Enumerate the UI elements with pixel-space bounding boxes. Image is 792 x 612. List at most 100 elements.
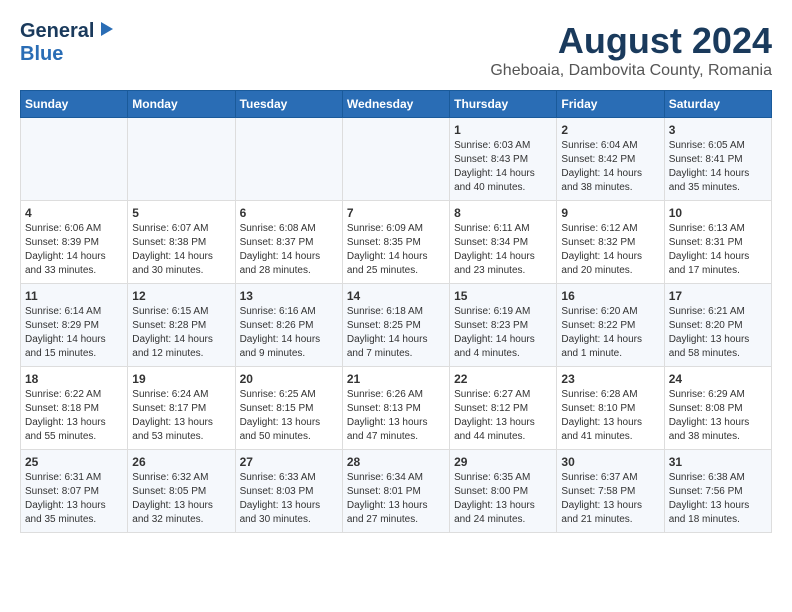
calendar-cell: 8 Sunrise: 6:11 AM Sunset: 8:34 PM Daylig…	[450, 201, 557, 284]
day-info: Sunrise: 6:31 AM Sunset: 8:07 PM Dayligh…	[25, 471, 123, 527]
day-number: 26	[132, 455, 230, 469]
day-number: 20	[240, 372, 338, 386]
day-info: Sunrise: 6:37 AM Sunset: 7:58 PM Dayligh…	[561, 471, 659, 527]
calendar-cell: 25 Sunrise: 6:31 AM Sunset: 8:07 PM Dayli…	[21, 450, 128, 533]
day-info: Sunrise: 6:03 AM Sunset: 8:43 PM Dayligh…	[454, 139, 552, 195]
calendar-cell: 22Sunrise: 6:27 AM Sunset: 8:12 PM Dayli…	[450, 367, 557, 450]
day-info: Sunrise: 6:07 AM Sunset: 8:38 PM Dayligh…	[132, 222, 230, 278]
day-number: 12	[132, 289, 230, 303]
day-info: Sunrise: 6:08 AM Sunset: 8:37 PM Dayligh…	[240, 222, 338, 278]
day-number: 2	[561, 123, 659, 137]
day-info: Sunrise: 6:33 AM Sunset: 8:03 PM Dayligh…	[240, 471, 338, 527]
week-row-3: 11Sunrise: 6:14 AM Sunset: 8:29 PM Dayli…	[21, 284, 772, 367]
logo-general-text: General	[20, 20, 94, 43]
calendar-cell: 19 Sunrise: 6:24 AM Sunset: 8:17 PM Dayli…	[128, 367, 235, 450]
calendar-cell: 9 Sunrise: 6:12 AM Sunset: 8:32 PM Daylig…	[557, 201, 664, 284]
calendar-cell: 27Sunrise: 6:33 AM Sunset: 8:03 PM Dayli…	[235, 450, 342, 533]
day-header-sunday: Sunday	[21, 91, 128, 118]
calendar-cell: 2 Sunrise: 6:04 AM Sunset: 8:42 PM Daylig…	[557, 118, 664, 201]
day-header-tuesday: Tuesday	[235, 91, 342, 118]
day-number: 17	[669, 289, 767, 303]
day-info: Sunrise: 6:20 AM Sunset: 8:22 PM Dayligh…	[561, 305, 659, 361]
calendar-cell: 14 Sunrise: 6:18 AM Sunset: 8:25 PM Dayli…	[342, 284, 449, 367]
day-info: Sunrise: 6:11 AM Sunset: 8:34 PM Dayligh…	[454, 222, 552, 278]
title-area: August 2024 Gheboaia, Dambovita County, …	[490, 20, 772, 80]
calendar-cell: 29 Sunrise: 6:35 AM Sunset: 8:00 PM Dayli…	[450, 450, 557, 533]
day-info: Sunrise: 6:28 AM Sunset: 8:10 PM Dayligh…	[561, 388, 659, 444]
day-info: Sunrise: 6:29 AM Sunset: 8:08 PM Dayligh…	[669, 388, 767, 444]
day-number: 13	[240, 289, 338, 303]
day-info: Sunrise: 6:21 AM Sunset: 8:20 PM Dayligh…	[669, 305, 767, 361]
day-number: 10	[669, 206, 767, 220]
day-info: Sunrise: 6:27 AM Sunset: 8:12 PM Dayligh…	[454, 388, 552, 444]
day-number: 24	[669, 372, 767, 386]
day-info: Sunrise: 6:15 AM Sunset: 8:28 PM Dayligh…	[132, 305, 230, 361]
day-header-monday: Monday	[128, 91, 235, 118]
logo-arrow-icon	[97, 20, 115, 43]
day-number: 6	[240, 206, 338, 220]
day-info: Sunrise: 6:25 AM Sunset: 8:15 PM Dayligh…	[240, 388, 338, 444]
calendar-cell: 23Sunrise: 6:28 AM Sunset: 8:10 PM Dayli…	[557, 367, 664, 450]
logo-blue-text: Blue	[20, 43, 63, 66]
day-number: 28	[347, 455, 445, 469]
calendar-cell: 4 Sunrise: 6:06 AM Sunset: 8:39 PM Daylig…	[21, 201, 128, 284]
day-info: Sunrise: 6:24 AM Sunset: 8:17 PM Dayligh…	[132, 388, 230, 444]
day-number: 11	[25, 289, 123, 303]
day-number: 8	[454, 206, 552, 220]
day-header-friday: Friday	[557, 91, 664, 118]
day-info: Sunrise: 6:38 AM Sunset: 7:56 PM Dayligh…	[669, 471, 767, 527]
day-info: Sunrise: 6:26 AM Sunset: 8:13 PM Dayligh…	[347, 388, 445, 444]
calendar-cell: 11Sunrise: 6:14 AM Sunset: 8:29 PM Dayli…	[21, 284, 128, 367]
calendar-cell: 26 Sunrise: 6:32 AM Sunset: 8:05 PM Dayli…	[128, 450, 235, 533]
day-info: Sunrise: 6:32 AM Sunset: 8:05 PM Dayligh…	[132, 471, 230, 527]
calendar-cell: 3 Sunrise: 6:05 AM Sunset: 8:41 PM Daylig…	[664, 118, 771, 201]
page-title: August 2024	[490, 20, 772, 62]
day-number: 16	[561, 289, 659, 303]
calendar-cell: 10 Sunrise: 6:13 AM Sunset: 8:31 PM Dayli…	[664, 201, 771, 284]
day-number: 21	[347, 372, 445, 386]
calendar-cell	[21, 118, 128, 201]
day-number: 31	[669, 455, 767, 469]
day-info: Sunrise: 6:06 AM Sunset: 8:39 PM Dayligh…	[25, 222, 123, 278]
day-info: Sunrise: 6:12 AM Sunset: 8:32 PM Dayligh…	[561, 222, 659, 278]
day-header-saturday: Saturday	[664, 91, 771, 118]
day-number: 25	[25, 455, 123, 469]
day-info: Sunrise: 6:13 AM Sunset: 8:31 PM Dayligh…	[669, 222, 767, 278]
page-subtitle: Gheboaia, Dambovita County, Romania	[490, 62, 772, 80]
calendar-cell: 18Sunrise: 6:22 AM Sunset: 8:18 PM Dayli…	[21, 367, 128, 450]
day-number: 5	[132, 206, 230, 220]
week-row-1: 1 Sunrise: 6:03 AM Sunset: 8:43 PM Daylig…	[21, 118, 772, 201]
day-info: Sunrise: 6:16 AM Sunset: 8:26 PM Dayligh…	[240, 305, 338, 361]
calendar-cell: 5 Sunrise: 6:07 AM Sunset: 8:38 PM Daylig…	[128, 201, 235, 284]
day-info: Sunrise: 6:18 AM Sunset: 8:25 PM Dayligh…	[347, 305, 445, 361]
day-number: 4	[25, 206, 123, 220]
day-number: 30	[561, 455, 659, 469]
calendar-cell: 21 Sunrise: 6:26 AM Sunset: 8:13 PM Dayli…	[342, 367, 449, 450]
day-info: Sunrise: 6:19 AM Sunset: 8:23 PM Dayligh…	[454, 305, 552, 361]
week-row-5: 25 Sunrise: 6:31 AM Sunset: 8:07 PM Dayli…	[21, 450, 772, 533]
calendar-cell: 17 Sunrise: 6:21 AM Sunset: 8:20 PM Dayli…	[664, 284, 771, 367]
calendar-cell: 1 Sunrise: 6:03 AM Sunset: 8:43 PM Daylig…	[450, 118, 557, 201]
day-info: Sunrise: 6:05 AM Sunset: 8:41 PM Dayligh…	[669, 139, 767, 195]
day-number: 1	[454, 123, 552, 137]
logo: General Blue	[20, 20, 115, 66]
calendar-table: SundayMondayTuesdayWednesdayThursdayFrid…	[20, 90, 772, 533]
day-info: Sunrise: 6:04 AM Sunset: 8:42 PM Dayligh…	[561, 139, 659, 195]
day-number: 29	[454, 455, 552, 469]
day-number: 7	[347, 206, 445, 220]
calendar-cell	[342, 118, 449, 201]
calendar-cell	[128, 118, 235, 201]
day-number: 14	[347, 289, 445, 303]
calendar-cell: 24 Sunrise: 6:29 AM Sunset: 8:08 PM Dayli…	[664, 367, 771, 450]
day-info: Sunrise: 6:35 AM Sunset: 8:00 PM Dayligh…	[454, 471, 552, 527]
calendar-cell: 30 Sunrise: 6:37 AM Sunset: 7:58 PM Dayli…	[557, 450, 664, 533]
calendar-cell: 20 Sunrise: 6:25 AM Sunset: 8:15 PM Dayli…	[235, 367, 342, 450]
calendar-cell	[235, 118, 342, 201]
day-number: 15	[454, 289, 552, 303]
day-number: 3	[669, 123, 767, 137]
calendar-cell: 16 Sunrise: 6:20 AM Sunset: 8:22 PM Dayli…	[557, 284, 664, 367]
day-number: 19	[132, 372, 230, 386]
day-info: Sunrise: 6:22 AM Sunset: 8:18 PM Dayligh…	[25, 388, 123, 444]
day-number: 9	[561, 206, 659, 220]
week-row-4: 18Sunrise: 6:22 AM Sunset: 8:18 PM Dayli…	[21, 367, 772, 450]
